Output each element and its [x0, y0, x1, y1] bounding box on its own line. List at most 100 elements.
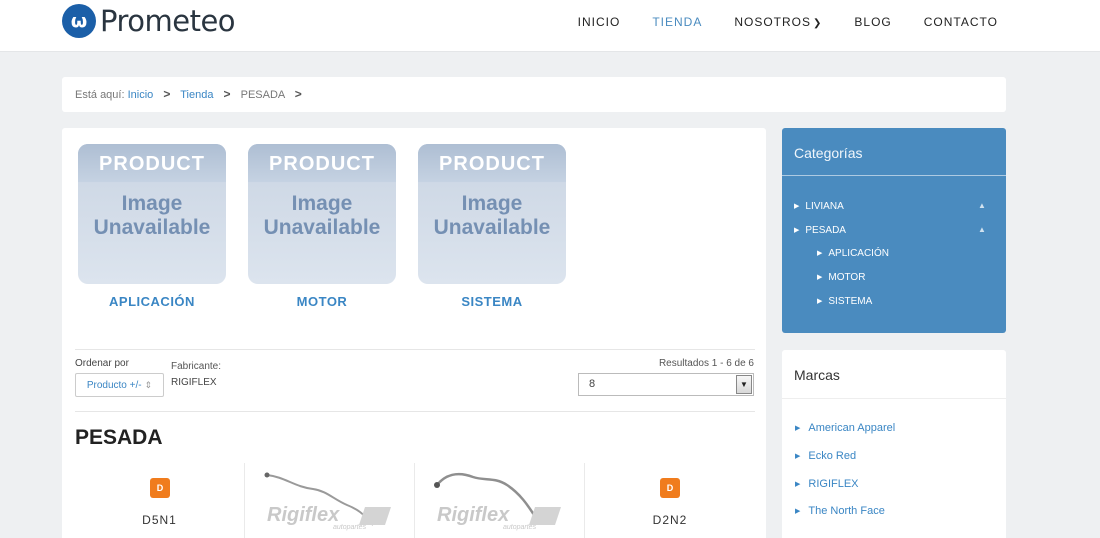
brands-panel: Marcas ▶ American Apparel ▶ Ecko Red ▶ RIGI…: [782, 350, 1006, 538]
section-title: PESADA: [75, 426, 163, 449]
brand-item[interactable]: ▶ RIGIFLEX: [795, 478, 859, 490]
rigiflex-logo-subtext: autopartes: [333, 524, 367, 531]
category-item-aplicacion[interactable]: ▶ APLICACIÓN: [817, 248, 889, 259]
category-item-liviana[interactable]: ▶ LIVIANA ▲: [794, 201, 986, 212]
divider: [75, 411, 755, 412]
placeholder-text: Image Unavailable: [248, 192, 396, 240]
nav-inicio[interactable]: INICIO: [578, 15, 621, 29]
category-card-motor[interactable]: PRODUCT Image Unavailable MOTOR: [248, 144, 396, 309]
manufacturer-value[interactable]: RIGIFLEX: [171, 377, 217, 388]
brand-item-label: RIGIFLEX: [808, 478, 859, 490]
site-logo[interactable]: ω Prometeo: [62, 4, 236, 38]
triangle-right-icon: ▶: [795, 508, 801, 515]
product-card[interactable]: Rigiflex autopartes: [245, 463, 415, 538]
category-label[interactable]: SISTEMA: [418, 294, 566, 309]
breadcrumb-current: PESADA: [240, 89, 285, 101]
triangle-right-icon: ▶: [794, 203, 800, 210]
triangle-right-icon: ▶: [817, 298, 823, 305]
nav-nosotros[interactable]: NOSOTROS ❯: [734, 15, 822, 29]
nav-blog[interactable]: BLOG: [854, 15, 891, 29]
product-name[interactable]: D2N2: [585, 513, 755, 527]
category-item-pesada[interactable]: ▶ PESADA ▲: [794, 225, 986, 236]
product-card[interactable]: Rigiflex autopartes: [415, 463, 585, 538]
chevron-right-icon: >: [163, 87, 171, 101]
placeholder-line-1: Image: [291, 192, 353, 215]
sort-value: Producto +/-: [86, 380, 142, 391]
triangle-right-icon: ▶: [795, 453, 801, 460]
placeholder-line-2: Unavailable: [93, 216, 211, 239]
category-label[interactable]: APLICACIÓN: [78, 294, 226, 309]
categories-title: Categorías: [794, 145, 863, 161]
nav-contacto[interactable]: CONTACTO: [924, 15, 998, 29]
per-page-select[interactable]: 8 ▼: [578, 373, 754, 396]
category-item-sistema[interactable]: ▶ SISTEMA: [817, 296, 872, 307]
main-content: PRODUCT Image Unavailable APLICACIÓN PROD…: [62, 128, 766, 538]
product-image-placeholder: PRODUCT Image Unavailable: [248, 144, 396, 284]
product-card[interactable]: D D5N1: [75, 463, 245, 538]
placeholder-top-text: PRODUCT: [418, 144, 566, 182]
product-card[interactable]: D D2N2: [585, 463, 755, 538]
category-item-label: LIVIANA: [805, 201, 844, 212]
triangle-right-icon: ▶: [795, 481, 801, 488]
brand-item-label: American Apparel: [808, 422, 896, 434]
category-label[interactable]: MOTOR: [248, 294, 396, 309]
results-count: Resultados 1 - 6 de 6: [658, 358, 754, 369]
breadcrumb: Está aquí: Inicio > Tienda > PESADA >: [62, 77, 1006, 112]
category-item-label: MOTOR: [828, 272, 866, 283]
rigiflex-hose-image: Rigiflex autopartes: [264, 472, 391, 531]
rigiflex-hose-image: Rigiflex autopartes: [434, 473, 561, 531]
placeholder-top-text: PRODUCT: [248, 144, 396, 182]
sort-arrows-icon: ⇕: [144, 380, 153, 390]
brand-item[interactable]: ▶ The North Face: [795, 505, 885, 517]
placeholder-line-1: Image: [121, 192, 183, 215]
category-item-motor[interactable]: ▶ MOTOR: [817, 272, 865, 283]
brand-item[interactable]: ▶ American Apparel: [795, 422, 895, 434]
nav-nosotros-label: NOSOTROS: [734, 15, 812, 29]
breadcrumb-tienda[interactable]: Tienda: [180, 89, 213, 101]
sort-button[interactable]: Producto +/- ⇕: [75, 373, 164, 397]
placeholder-line-2: Unavailable: [433, 216, 551, 239]
chevron-right-icon: >: [223, 87, 231, 101]
expand-icon[interactable]: ▲: [978, 201, 986, 210]
breadcrumb-prefix: Está aquí:: [75, 89, 125, 101]
product-image-placeholder: PRODUCT Image Unavailable: [418, 144, 566, 284]
triangle-right-icon: ▶: [817, 250, 823, 257]
rigiflex-logo-text: Rigiflex: [267, 504, 340, 526]
brand-badge-icon: D: [660, 478, 680, 498]
category-item-label: PESADA: [805, 225, 846, 236]
brand-item-label: The North Face: [808, 505, 885, 517]
main-nav: INICIO TIENDA NOSOTROS ❯ BLOG CONTACTO: [546, 15, 998, 29]
chevron-down-icon: ❯: [813, 18, 823, 29]
manufacturer-label: Fabricante:: [171, 361, 222, 372]
breadcrumb-inicio[interactable]: Inicio: [128, 89, 154, 101]
brand-badge-icon: D: [150, 478, 170, 498]
expand-icon[interactable]: ▲: [978, 225, 986, 234]
product-image-placeholder: PRODUCT Image Unavailable: [78, 144, 226, 284]
sort-label: Ordenar por: [75, 358, 129, 369]
placeholder-line-2: Unavailable: [263, 216, 381, 239]
panel-divider: [782, 398, 1006, 399]
site-header: ω Prometeo INICIO TIENDA NOSOTROS ❯ BLOG …: [0, 0, 1100, 52]
logo-mark-icon: ω: [62, 4, 96, 38]
placeholder-line-1: Image: [461, 192, 523, 215]
divider: [75, 349, 755, 350]
triangle-right-icon: ▶: [817, 274, 823, 281]
rigiflex-logo-text: Rigiflex: [437, 504, 510, 526]
triangle-right-icon: ▶: [795, 425, 801, 432]
brand-item-label: Ecko Red: [808, 450, 857, 462]
category-card-sistema[interactable]: PRODUCT Image Unavailable SISTEMA: [418, 144, 566, 309]
dropdown-arrow-icon[interactable]: ▼: [736, 375, 752, 394]
product-name[interactable]: D5N1: [75, 513, 244, 527]
panel-divider: [782, 175, 1006, 176]
rigiflex-logo-subtext: autopartes: [503, 524, 537, 531]
placeholder-text: Image Unavailable: [78, 192, 226, 240]
logo-text: Prometeo: [100, 4, 236, 38]
category-item-label: APLICACIÓN: [828, 248, 889, 259]
categories-panel: Categorías ▶ LIVIANA ▲ ▶ PESADA ▲ ▶ APLICACIÓ…: [782, 128, 1006, 333]
placeholder-top-text: PRODUCT: [78, 144, 226, 182]
nav-tienda[interactable]: TIENDA: [652, 15, 702, 29]
brand-item[interactable]: ▶ Ecko Red: [795, 450, 856, 462]
category-card-aplicacion[interactable]: PRODUCT Image Unavailable APLICACIÓN: [78, 144, 226, 309]
per-page-value: 8: [589, 378, 596, 390]
placeholder-text: Image Unavailable: [418, 192, 566, 240]
